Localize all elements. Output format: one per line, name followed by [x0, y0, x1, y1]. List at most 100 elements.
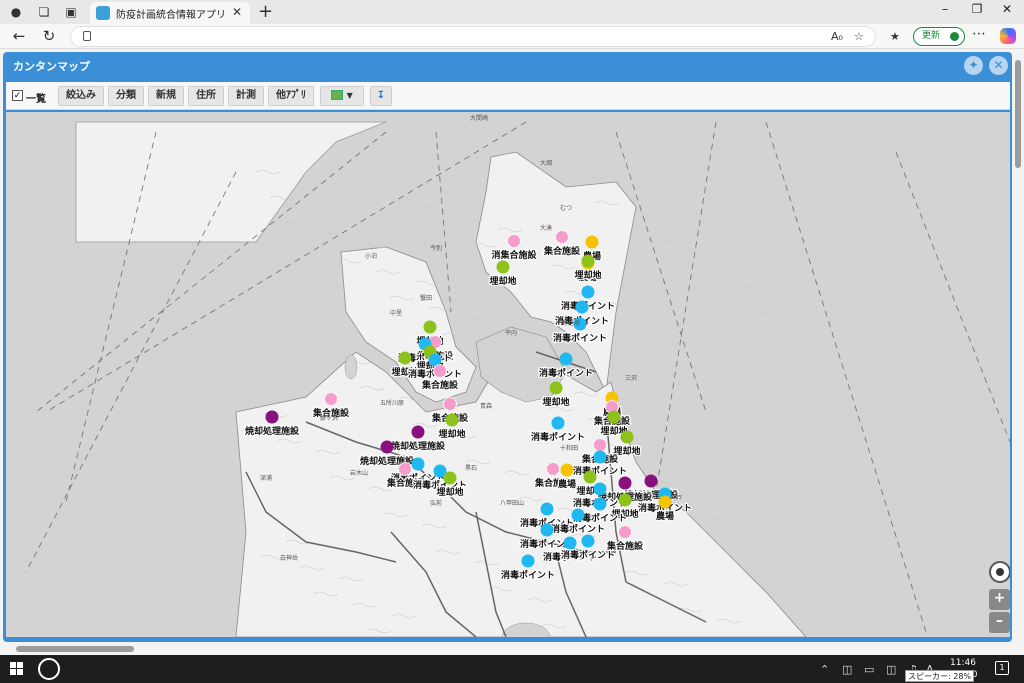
north-arrow-button[interactable]: ↧ [370, 86, 392, 106]
marker-dot [618, 476, 632, 490]
close-tab-icon[interactable]: ✕ [232, 5, 242, 19]
horizontal-scroll-thumb[interactable] [16, 646, 134, 652]
current-location-button[interactable] [989, 561, 1010, 583]
marker-dot [560, 463, 574, 477]
marker-dot [540, 502, 554, 516]
address-bar-row: ← ↻ A₀ ☆ ★ 更新 ⋯ [0, 24, 1024, 49]
close-window-icon[interactable]: ✕ [992, 2, 1022, 16]
read-aloud-icon[interactable]: A₀ [831, 30, 843, 43]
browser-tab-bar: ● ❏ ▣ 防疫計画統合情報アプリ - レコードの ✕ + – ❐ ✕ [0, 0, 1024, 24]
marker-dot [397, 461, 413, 477]
filter-button[interactable]: 絞込み [58, 86, 104, 106]
marker-dot [549, 381, 563, 395]
list-checkbox[interactable]: ✓ [12, 90, 23, 101]
marker-dot [581, 285, 595, 299]
marker-label: 埋却地 [489, 275, 516, 287]
place-label: むつ [560, 205, 572, 212]
update-button[interactable]: 更新 [913, 27, 965, 46]
update-label: 更新 [922, 31, 941, 41]
place-label: 黒石 [465, 465, 477, 472]
marker-dot [593, 497, 607, 511]
tray-app-icon[interactable]: ◫ [842, 663, 852, 676]
vertical-scroll-thumb[interactable] [1015, 60, 1021, 168]
vertical-tabs-icon[interactable]: ▣ [63, 4, 79, 20]
marker-dot [617, 524, 633, 540]
place-label: 小泊 [365, 252, 377, 260]
update-badge-icon [950, 32, 959, 41]
marker-dot [432, 363, 448, 379]
other-apps-button[interactable]: 他ｱﾌﾟﾘ [268, 86, 314, 106]
marker-dot [265, 410, 279, 424]
pin-icon[interactable]: ✦ [964, 56, 983, 75]
new-button[interactable]: 新規 [148, 86, 184, 106]
place-label: 中里 [390, 309, 402, 317]
refresh-icon[interactable]: ↻ [40, 27, 58, 45]
address-input[interactable]: A₀ ☆ [70, 26, 876, 47]
place-label: 白神岳 [280, 554, 298, 562]
marker-label: 埋却地 [438, 428, 465, 440]
address-button[interactable]: 住所 [188, 86, 224, 106]
zoom-out-button[interactable]: – [989, 612, 1010, 633]
new-tab-icon[interactable]: + [258, 1, 273, 22]
place-label: 大畑 [540, 159, 552, 167]
close-app-icon[interactable]: ✕ [989, 56, 1008, 75]
classify-button[interactable]: 分類 [108, 86, 144, 106]
place-label: 岩木山 [350, 469, 368, 477]
lake-jusan [344, 354, 358, 380]
battery-icon[interactable]: ▭ [864, 663, 874, 676]
marker-label: 集合施設 [421, 379, 459, 391]
map-layer-button[interactable]: ▼ [320, 86, 364, 106]
marker-dot [583, 470, 597, 484]
map-canvas[interactable]: 消集合施設集合施設農場埋却地農場埋却地消毒ポイント消毒ポイント消毒ポイント埋却地… [6, 112, 1010, 637]
minimize-icon[interactable]: – [930, 2, 960, 16]
clock-time: 11:46 [950, 658, 976, 668]
profile-icon[interactable]: ● [8, 4, 24, 20]
marker-dot [443, 471, 457, 485]
back-icon[interactable]: ← [10, 27, 28, 45]
marker-label: 消毒ポイント [531, 431, 585, 443]
marker-dot [380, 440, 394, 454]
windows-taskbar: ⌃ ◫ ▭ ◫ ♫ A 11:46 /03/20 1 [0, 655, 1024, 683]
marker-label: 農場 [558, 478, 576, 490]
marker-label: 消毒ポイント [539, 367, 593, 379]
marker-label: 焼却処理施設 [391, 440, 446, 452]
locate-icon [996, 568, 1004, 576]
marker-dot [575, 300, 589, 314]
collections-icon[interactable]: ★ [890, 30, 900, 43]
marker-dot [585, 235, 599, 249]
taskbar-search-icon[interactable] [38, 658, 60, 680]
measure-button[interactable]: 計測 [228, 86, 264, 106]
restore-icon[interactable]: ❐ [962, 2, 992, 16]
marker-dot [581, 254, 595, 268]
marker-label: 消毒ポイント [561, 549, 615, 561]
marker-dot [540, 523, 554, 537]
network-icon[interactable]: ◫ [886, 663, 896, 676]
place-label: 蟹田 [420, 294, 432, 302]
lock-icon [83, 31, 91, 41]
notification-icon[interactable]: 1 [995, 661, 1009, 675]
marker-dot [581, 534, 595, 548]
marker-dot [545, 461, 561, 477]
horizontal-scrollbar[interactable] [0, 644, 1014, 654]
zoom-in-button[interactable]: + [989, 589, 1010, 610]
browser-tab[interactable]: 防疫計画統合情報アプリ - レコードの ✕ [90, 2, 250, 24]
tray-chevron-icon[interactable]: ⌃ [820, 663, 829, 676]
more-menu-icon[interactable]: ⋯ [972, 26, 986, 42]
start-icon[interactable] [10, 662, 24, 676]
marker-label: 焼却処理施設 [245, 425, 300, 437]
marker-label: 埋却地 [574, 269, 601, 281]
place-label: 大間崎 [470, 114, 488, 122]
marker-label: 消毒ポイント [501, 569, 555, 581]
north-arrow-icon: ↧ [376, 90, 386, 101]
marker-dot [554, 229, 570, 245]
workspaces-icon[interactable]: ❏ [36, 4, 52, 20]
marker-dot [423, 320, 437, 334]
dropdown-arrow-icon: ▼ [346, 91, 353, 100]
marker-label: 消毒ポイント [553, 332, 607, 344]
copilot-icon[interactable] [1000, 28, 1016, 44]
favorite-star-icon[interactable]: ☆ [854, 30, 864, 43]
marker-dot [592, 437, 608, 453]
speaker-tooltip: スピーカー: 28% [905, 670, 975, 682]
vertical-scrollbar[interactable] [1013, 52, 1024, 644]
place-label: 鯵ヶ沢 [320, 414, 338, 422]
